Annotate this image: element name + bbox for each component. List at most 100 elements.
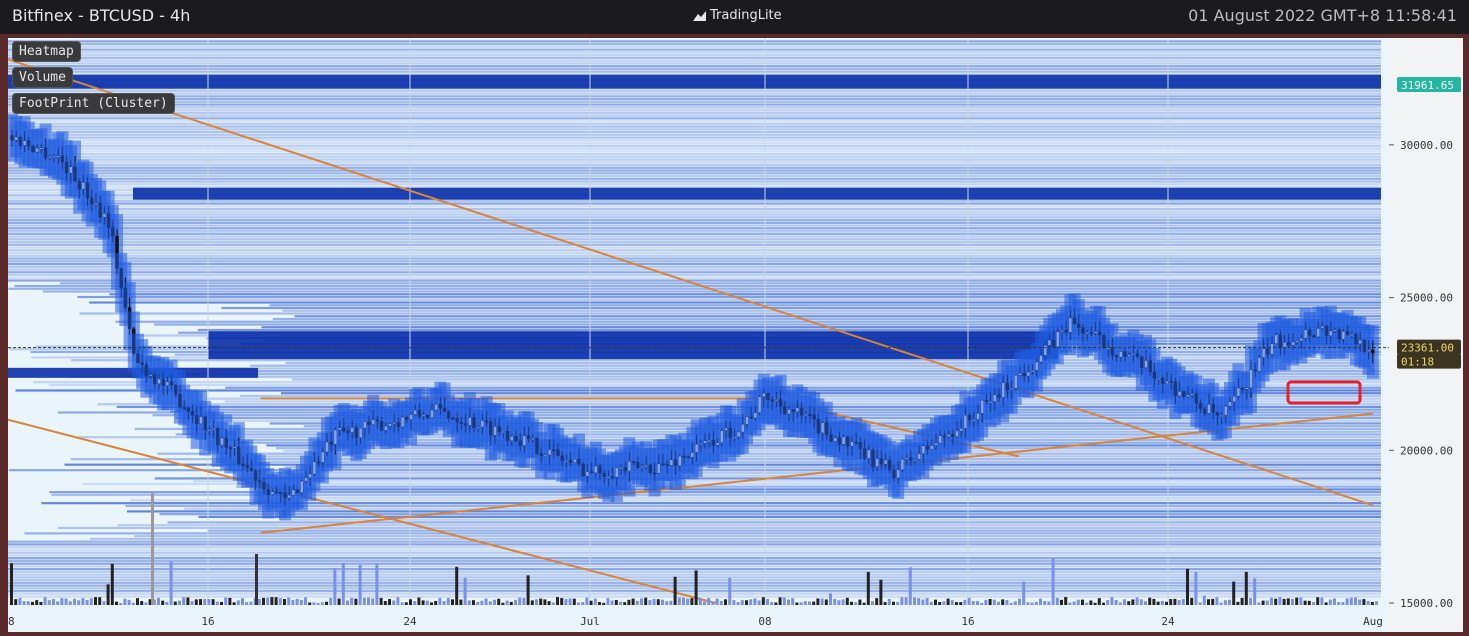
volume-bar (631, 598, 635, 605)
heatmap-band (71, 359, 1381, 362)
heatmap-band (291, 378, 1381, 381)
volume-bar (110, 563, 114, 605)
volume-bar (955, 602, 958, 605)
heatmap-wall (208, 331, 1058, 360)
heatmap-band (8, 174, 1381, 178)
volume-bar (157, 597, 160, 605)
volume-bar (551, 602, 555, 605)
volume-bar (1354, 597, 1357, 605)
price-chart[interactable]: 30000.00 25000.00 20000.00 15000.00 31961.65… (8, 38, 1463, 632)
time-tick-label: 24 (1161, 615, 1175, 628)
volume-bar (501, 602, 505, 605)
volume-bar (1131, 599, 1135, 605)
volume-bar (1320, 597, 1324, 605)
heatmap-band (115, 320, 1382, 323)
layer-volume-button[interactable]: Volume (12, 67, 73, 88)
volume-bar (732, 600, 736, 605)
volume-bar (249, 601, 253, 605)
heatmap-band (8, 257, 1381, 260)
volume-bar (320, 602, 324, 605)
heatmap-band (8, 103, 1381, 106)
heatmap-band (8, 59, 1381, 62)
volume-bar (1043, 600, 1047, 605)
heatmap-band (8, 130, 1381, 134)
heatmap-band (8, 548, 1381, 551)
volume-bar (1345, 598, 1349, 605)
last-price-tag: 31961.65 (1401, 79, 1454, 92)
volume-bar (480, 600, 484, 605)
volume-bar (178, 600, 181, 605)
volume-bar (904, 597, 908, 605)
volume-bar (10, 563, 13, 605)
volume-bar (224, 597, 228, 605)
heatmap-band (125, 504, 1381, 508)
volume-bar (102, 601, 106, 605)
volume-bar (753, 598, 757, 605)
volume-bar (556, 597, 559, 605)
volume-bar (640, 598, 643, 605)
volume-bar (522, 597, 526, 605)
volume-bar (425, 600, 429, 605)
volume-bar (1316, 597, 1320, 605)
volume-bar (913, 597, 916, 605)
volume-bar (942, 601, 946, 605)
timestamp: 01 August 2022 GMT+8 11:58:41 (1188, 6, 1457, 25)
volume-spike (151, 493, 154, 605)
layer-heatmap-button[interactable]: Heatmap (12, 41, 81, 62)
volume-bar (850, 601, 853, 605)
volume-bar (68, 601, 72, 605)
layer-footprint-button[interactable]: FootPrint (Cluster) (12, 93, 175, 114)
heatmap-band (184, 507, 1382, 510)
volume-bar (451, 599, 454, 605)
volume-bar (1018, 598, 1021, 605)
volume-bar (1240, 597, 1244, 605)
volume-bar (1358, 599, 1362, 605)
volume-bar (1198, 602, 1202, 605)
heatmap-band (261, 326, 1381, 329)
volume-bar (47, 600, 51, 605)
heatmap-band (49, 491, 1382, 494)
volume-bar (682, 597, 685, 605)
volume-bar (123, 598, 127, 605)
volume-bar (476, 601, 480, 605)
heatmap-band (8, 144, 1381, 147)
heatmap-band (198, 515, 1382, 519)
heatmap-band (90, 537, 1382, 540)
heatmap-band (8, 584, 1381, 587)
volume-bar (644, 597, 648, 605)
volume-bar (1030, 602, 1034, 605)
price-tick-label: 20000.00 (1400, 444, 1453, 457)
volume-bar (992, 599, 996, 605)
heatmap-band (8, 70, 1381, 73)
heatmap-band (8, 62, 1381, 65)
volume-bar (518, 597, 522, 605)
volume-bar (1047, 601, 1051, 605)
heatmap-band (8, 51, 1381, 54)
volume-bar (232, 602, 236, 605)
heatmap-band (57, 526, 1381, 530)
volume-bar (144, 602, 148, 605)
volume-bar (325, 601, 328, 605)
volume-bar (984, 599, 988, 605)
volume-bar (98, 597, 102, 605)
heatmap-band (8, 172, 1381, 175)
volume-bar (1307, 600, 1311, 605)
heatmap-band (210, 370, 1382, 373)
volume-bar (585, 597, 589, 605)
volume-bar (22, 601, 26, 605)
volume-bar (1303, 600, 1307, 605)
volume-bar (472, 600, 475, 605)
volume-bar (568, 598, 572, 605)
volume-bar (1312, 602, 1315, 605)
heatmap-band (211, 460, 1381, 464)
volume-bar (1072, 601, 1076, 605)
volume-bar (291, 599, 295, 605)
volume-bar (690, 598, 694, 605)
volume-bar (1333, 598, 1336, 605)
volume-bar (484, 598, 488, 605)
volume-bar (73, 598, 76, 605)
volume-bar (52, 599, 55, 605)
volume-bar (782, 597, 786, 605)
volume-bar (1005, 599, 1009, 605)
volume-bar (908, 567, 912, 605)
